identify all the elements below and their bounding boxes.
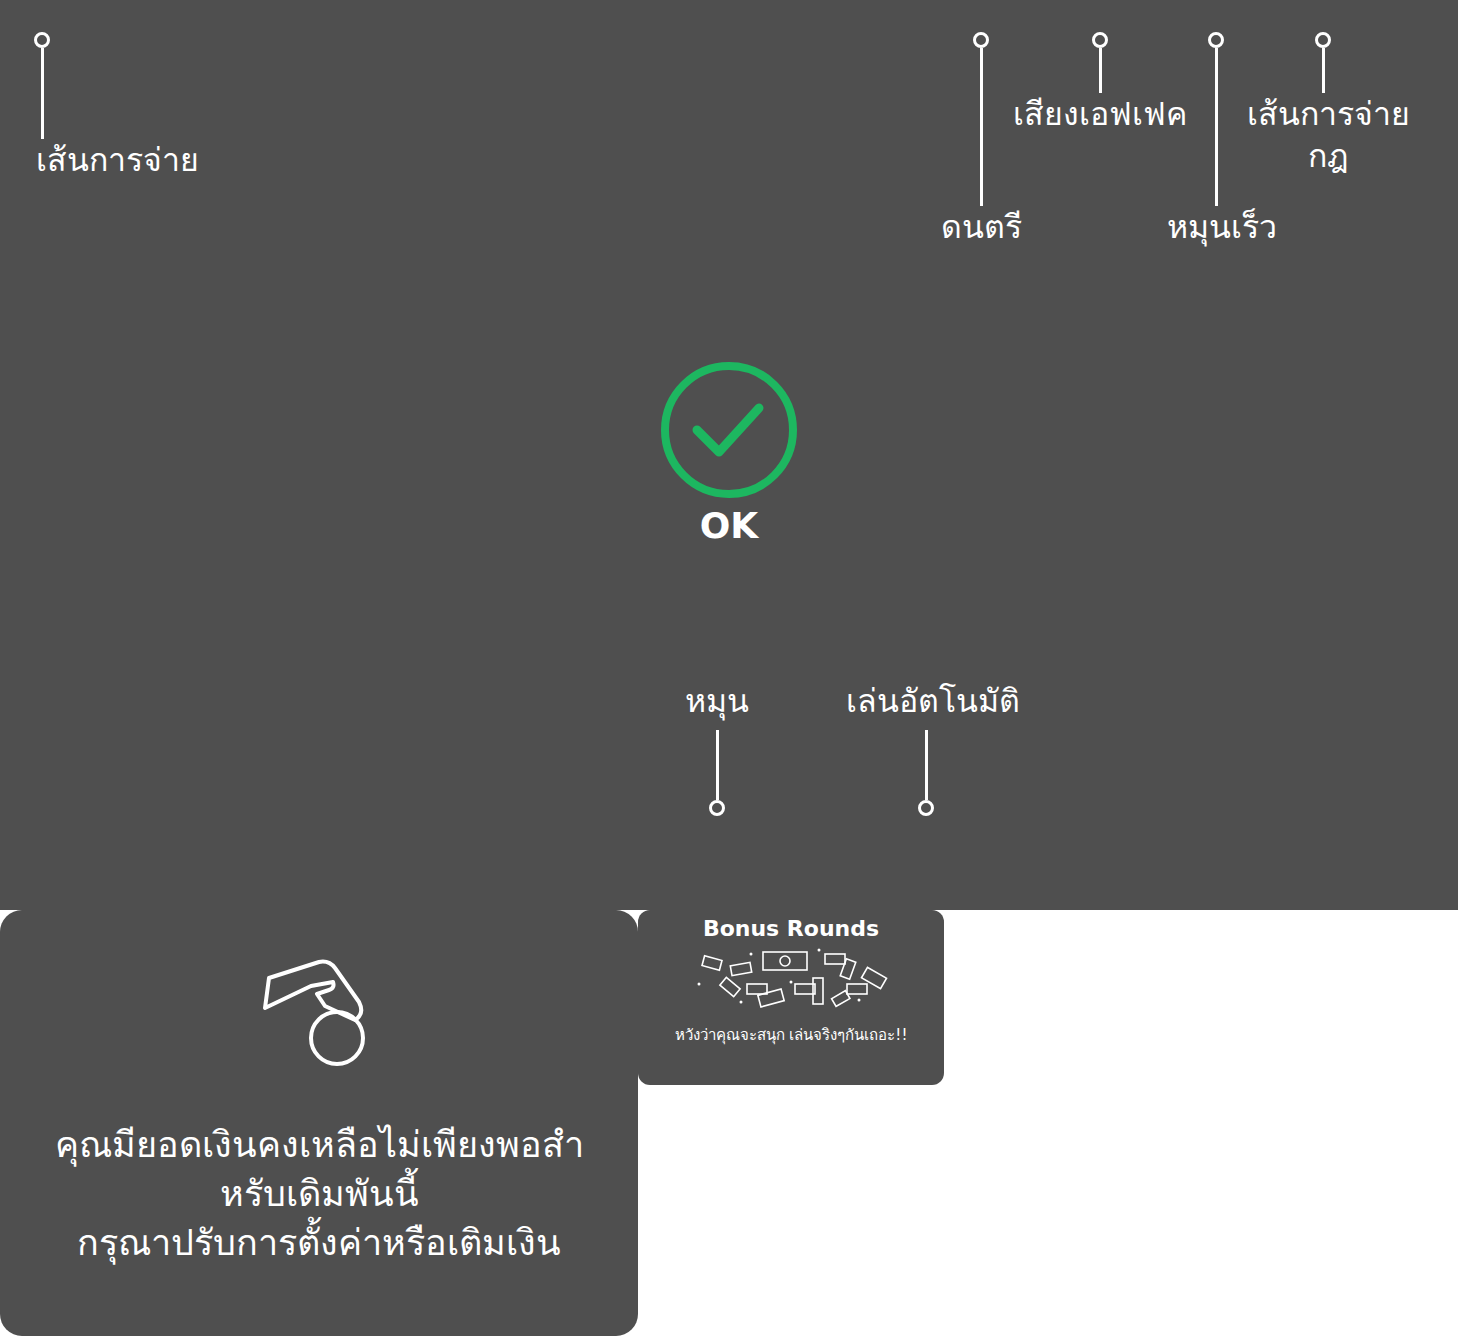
money-icon (691, 944, 891, 1010)
annotation: เส้นการจ่าย (0, 32, 192, 181)
annotation-label: ดนตรี (941, 206, 1022, 248)
bonus-title: Bonus Rounds (703, 914, 879, 944)
check-icon (659, 362, 799, 502)
annotation-label: เสียงเอฟเฟค (1013, 93, 1187, 135)
pin-dot (1208, 32, 1224, 48)
pin-dot (918, 800, 934, 816)
label-line: หมุนเร็ว (1167, 206, 1277, 248)
bonus-caption: หวังว่าคุณจะสนุก เล่นจริงๆกันเถอะ!! (675, 1024, 908, 1046)
annotation-label: เส้นการจ่าย (36, 139, 199, 181)
pin-line (925, 730, 928, 800)
label-line: เส้นการจ่าย (1247, 93, 1410, 135)
status-indicator: OK (629, 362, 829, 548)
annotation-label: หมุน (685, 680, 749, 722)
pin-dot (709, 800, 725, 816)
annotation-label: เล่นอัตโนมัติ (846, 680, 1020, 722)
help-overlay: OK เส้นการจ่ายดนตรี เสียงเอฟเฟคหมุนเร็ว เส… (0, 0, 1458, 910)
pin-line (716, 730, 719, 800)
label-line: เสียงเอฟเฟค (1013, 93, 1187, 135)
pin-line (1322, 48, 1325, 93)
pin-line (980, 48, 983, 206)
pin-dot (973, 32, 989, 48)
hand-coin-icon (259, 958, 379, 1070)
annotation-label: เส้นการจ่ายกฎ (1247, 93, 1410, 177)
pin-dot (1092, 32, 1108, 48)
pin-line (1099, 48, 1102, 93)
annotation: เส้นการจ่ายกฎ (1173, 32, 1458, 177)
annotation: เล่นอัตโนมัติ (776, 680, 1076, 816)
pin-dot (1315, 32, 1331, 48)
annotation-label: หมุนเร็ว (1167, 206, 1277, 248)
annotation: ดนตรี (831, 32, 1131, 248)
label-line: เล่นอัตโนมัติ (846, 680, 1020, 722)
annotation: เสียงเอฟเฟค (950, 32, 1250, 135)
message-line: คุณมียอดเงินคงเหลือไม่เพียงพอสำ (55, 1120, 584, 1169)
label-line: เส้นการจ่าย (36, 139, 199, 181)
pin-line (41, 48, 44, 139)
message-line: กรุณาปรับการตั้งค่าหรือเติมเงิน (77, 1218, 561, 1267)
pin-line (1215, 48, 1218, 206)
label-line: กฎ (1308, 135, 1348, 177)
insufficient-balance-card: คุณมียอดเงินคงเหลือไม่เพียงพอสำหรับเดิมพ… (0, 910, 638, 1336)
bonus-card: Bonus Rounds (638, 910, 944, 1085)
message-line: หรับเดิมพันนี้ (220, 1169, 419, 1218)
pin-dot (34, 32, 50, 48)
label-line: หมุน (685, 680, 749, 722)
annotation: หมุน (567, 680, 867, 816)
status-label: OK (700, 504, 759, 548)
label-line: ดนตรี (941, 206, 1022, 248)
